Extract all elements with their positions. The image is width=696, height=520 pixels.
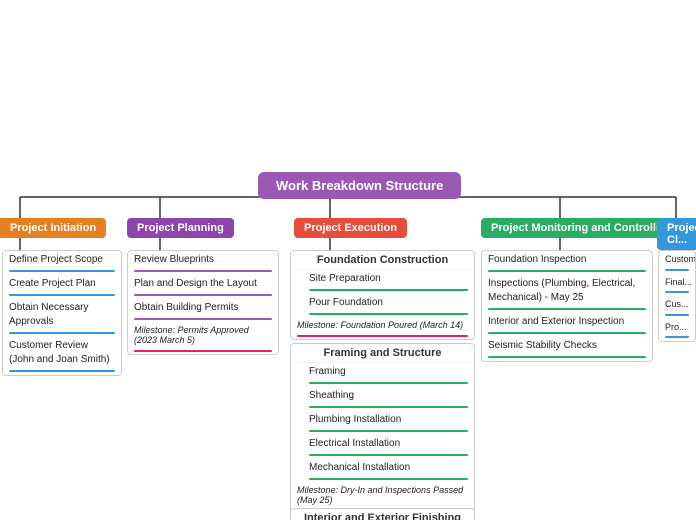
- planning-item-2: Obtain Building Permits: [128, 299, 278, 317]
- execution-foundation-title: Foundation Construction: [291, 251, 474, 269]
- initiation-box: Define Project Scope Create Project Plan…: [2, 250, 122, 376]
- col-closeout-label: Project Cl...: [667, 222, 696, 246]
- col-header-monitoring: Project Monitoring and Controlling: [481, 218, 682, 238]
- exec-item-1: Pour Foundation: [291, 294, 474, 312]
- closeout-item-3: Pro...: [659, 319, 695, 336]
- planning-item-1: Plan and Design the Layout: [128, 275, 278, 293]
- planning-milestone: Milestone: Permits Approved (2023 March …: [128, 323, 278, 349]
- planning-box: Review Blueprints Plan and Design the La…: [127, 250, 279, 355]
- exec-framing-milestone: Milestone: Dry-In and Inspections Passed…: [291, 483, 474, 509]
- exec-foundation-milestone: Milestone: Foundation Poured (March 14): [291, 318, 474, 334]
- col-planning-label: Project Planning: [137, 222, 224, 234]
- exec-framing-1: Sheathing: [291, 387, 474, 405]
- exec-framing-0: Framing: [291, 363, 474, 381]
- root-label: Work Breakdown Structure: [276, 178, 443, 193]
- execution-framing-title: Framing and Structure: [291, 344, 474, 362]
- root-node: Work Breakdown Structure: [258, 172, 461, 199]
- col-initiation-label: Project Initiation: [10, 222, 96, 234]
- monitoring-item-2: Interior and Exterior Inspection: [482, 313, 652, 331]
- closeout-item-2: Cus...: [659, 296, 695, 313]
- col-header-initiation: Project Initiation: [0, 218, 106, 238]
- initiation-item-1: Create Project Plan: [3, 275, 121, 293]
- closeout-box: Customer... Final... Cus... Pro...: [658, 250, 696, 342]
- execution-interior-box: Interior and Exterior Finishing: [290, 508, 475, 520]
- planning-item-0: Review Blueprints: [128, 251, 278, 269]
- execution-foundation-box: Foundation Construction Site Preparation…: [290, 250, 475, 340]
- execution-framing-box: Framing and Structure Framing Sheathing …: [290, 343, 475, 515]
- exec-framing-2: Plumbing Installation: [291, 411, 474, 429]
- monitoring-item-0: Foundation Inspection: [482, 251, 652, 269]
- col-execution-label: Project Execution: [304, 222, 397, 234]
- monitoring-item-3: Seismic Stability Checks: [482, 337, 652, 355]
- initiation-item-2: Obtain Necessary Approvals: [3, 299, 121, 331]
- monitoring-item-1: Inspections (Plumbing, Electrical, Mecha…: [482, 275, 652, 307]
- monitoring-box: Foundation Inspection Inspections (Plumb…: [481, 250, 653, 362]
- col-header-execution: Project Execution: [294, 218, 407, 238]
- closeout-item-0: Customer...: [659, 251, 695, 268]
- initiation-item-3: Customer Review (John and Joan Smith): [3, 337, 121, 369]
- exec-framing-3: Electrical Installation: [291, 435, 474, 453]
- col-header-closeout: Project Cl...: [657, 218, 696, 250]
- exec-framing-4: Mechanical Installation: [291, 459, 474, 477]
- closeout-item-1: Final...: [659, 274, 695, 291]
- execution-interior-title: Interior and Exterior Finishing: [291, 509, 474, 520]
- exec-item-0: Site Preparation: [291, 270, 474, 288]
- initiation-item-0: Define Project Scope: [3, 251, 121, 269]
- col-monitoring-label: Project Monitoring and Controlling: [491, 222, 672, 234]
- canvas: Work Breakdown Structure Project Initiat…: [0, 0, 696, 520]
- col-header-planning: Project Planning: [127, 218, 234, 238]
